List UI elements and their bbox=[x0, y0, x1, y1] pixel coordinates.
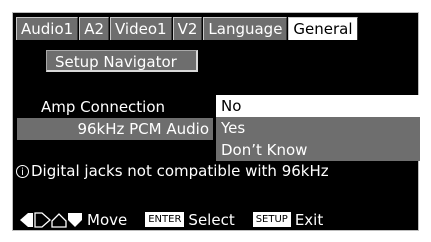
tab-video1[interactable]: Video1 bbox=[110, 17, 172, 40]
arrow-keys-icon bbox=[20, 211, 82, 228]
pcm-audio-label[interactable]: 96kHz PCM Audio bbox=[17, 118, 213, 140]
tab-audio1[interactable]: Audio1 bbox=[16, 17, 79, 40]
tab-language[interactable]: Language bbox=[203, 17, 288, 40]
info-message: i Digital jacks not compatible with 96kH… bbox=[16, 162, 329, 180]
navigation-arrows bbox=[19, 211, 83, 228]
option-dont-know[interactable]: Don’t Know bbox=[216, 139, 420, 161]
down-arrow-icon bbox=[68, 212, 82, 227]
option-no[interactable]: No bbox=[216, 95, 420, 117]
option-yes[interactable]: Yes bbox=[216, 117, 420, 139]
footer-hints: Move ENTER Select SETUP Exit bbox=[13, 209, 418, 230]
setup-key: SETUP bbox=[252, 212, 291, 227]
enter-key: ENTER bbox=[145, 212, 185, 227]
tab-general[interactable]: General bbox=[288, 17, 358, 40]
info-text: Digital jacks not compatible with 96kHz bbox=[31, 162, 329, 180]
setup-menu-screen: Audio1 A2 Video1 V2 Language General Set… bbox=[12, 12, 420, 231]
amp-connection-options: No Yes Don’t Know bbox=[216, 95, 420, 161]
tab-bar: Audio1 A2 Video1 V2 Language General bbox=[16, 17, 359, 40]
move-hint: Move bbox=[87, 210, 128, 229]
setup-navigator-button[interactable]: Setup Navigator bbox=[46, 50, 198, 72]
tab-v2[interactable]: V2 bbox=[172, 17, 203, 40]
up-arrow-icon bbox=[51, 212, 67, 228]
info-icon: i bbox=[16, 164, 29, 178]
exit-hint: Exit bbox=[294, 210, 324, 229]
right-arrow-icon bbox=[34, 211, 51, 228]
amp-connection-label[interactable]: Amp Connection bbox=[41, 96, 165, 118]
select-hint: Select bbox=[188, 210, 235, 229]
tab-a2[interactable]: A2 bbox=[79, 17, 109, 40]
left-arrow-icon bbox=[20, 212, 33, 227]
